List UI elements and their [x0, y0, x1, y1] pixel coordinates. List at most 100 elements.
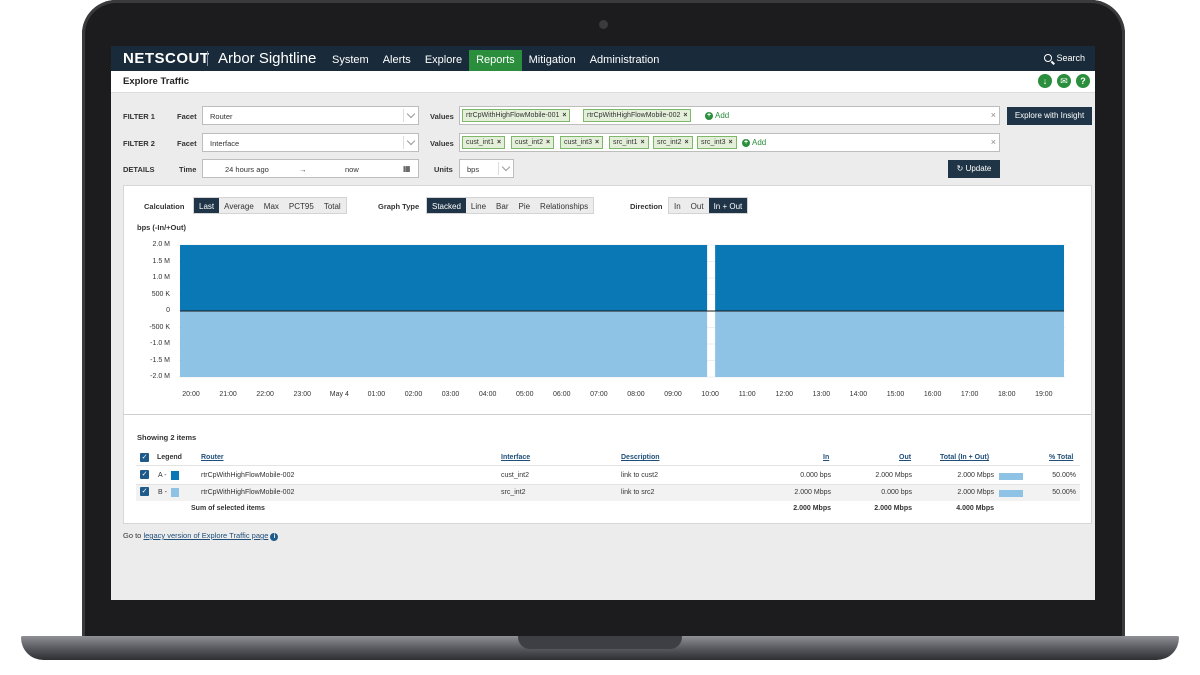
description-header[interactable]: Description — [621, 454, 660, 461]
filter1-label: FILTER 1 — [123, 112, 155, 121]
chip-label: rtrCpWithHighFlowMobile-001 — [466, 112, 560, 119]
row-checkbox[interactable]: ✓ — [140, 487, 149, 496]
time-from: 24 hours ago — [225, 165, 269, 174]
calc-option-average[interactable]: Average — [219, 198, 259, 213]
clear-icon[interactable]: × — [991, 110, 996, 120]
x-tick-label: 09:00 — [664, 391, 682, 398]
filter1-values-label: Values — [430, 112, 454, 121]
filter1-values-input[interactable]: rtrCpWithHighFlowMobile-001 × rtrCpWithHi… — [459, 106, 1000, 125]
nav-administration[interactable]: Administration — [583, 50, 667, 71]
graph-type-toggle: Stacked Line Bar Pie Relationships — [426, 197, 595, 214]
router-cell: rtrCpWithHighFlowMobile-002 — [201, 472, 295, 479]
chevron-down-icon — [501, 162, 511, 172]
remove-icon[interactable]: × — [729, 139, 733, 146]
filter1-chip[interactable]: rtrCpWithHighFlowMobile-002 × — [583, 109, 692, 122]
direction-toggle: In Out In + Out — [668, 197, 749, 214]
filter1-chip[interactable]: rtrCpWithHighFlowMobile-001 × — [462, 109, 571, 122]
download-icon[interactable]: ↓ — [1038, 74, 1052, 88]
search-icon — [1044, 54, 1053, 62]
filter2-chip[interactable]: src_int2 × — [653, 136, 693, 149]
nav-alerts[interactable]: Alerts — [376, 50, 418, 71]
graph-option-line[interactable]: Line — [466, 198, 491, 213]
direction-option-in[interactable]: In — [669, 198, 686, 213]
series-A-area — [715, 245, 1064, 311]
graph-type-label: Graph Type — [378, 202, 420, 211]
details-label: DETAILS — [123, 165, 155, 174]
calc-option-max[interactable]: Max — [259, 198, 284, 213]
calc-option-last[interactable]: Last — [194, 198, 220, 213]
calc-option-total[interactable]: Total — [319, 198, 346, 213]
series-A-area — [180, 245, 708, 311]
x-tick-label: 10:00 — [701, 391, 719, 398]
filter2-chip[interactable]: src_int1 × — [609, 136, 649, 149]
units-value: bps — [467, 165, 480, 174]
filter2-add-button[interactable]: + Add — [742, 138, 766, 147]
remove-icon[interactable]: × — [595, 139, 599, 146]
filter2-values-input[interactable]: cust_int1 × cust_int2 × cust_int3 × src_int… — [459, 133, 1000, 152]
graph-option-pie[interactable]: Pie — [513, 198, 535, 213]
direction-option-out[interactable]: Out — [686, 198, 709, 213]
filter2-values-label: Values — [430, 139, 454, 148]
filter2-chip[interactable]: cust_int3 × — [560, 136, 604, 149]
filter2-chip[interactable]: src_int3 × — [697, 136, 737, 149]
graph-option-stacked[interactable]: Stacked — [427, 198, 466, 213]
pct-total-header[interactable]: % Total — [1049, 454, 1073, 461]
plus-icon: + — [705, 111, 713, 120]
time-range-picker[interactable]: 24 hours ago → now ▦ — [202, 159, 419, 178]
clear-icon[interactable]: × — [991, 137, 996, 147]
filter2-chip[interactable]: cust_int1 × — [462, 136, 506, 149]
filter2-chip[interactable]: cust_int2 × — [511, 136, 555, 149]
help-icon[interactable]: ? — [1076, 74, 1090, 88]
sum-out: 2.000 Mbps — [874, 505, 912, 512]
remove-icon[interactable]: × — [641, 139, 645, 146]
remove-icon[interactable]: × — [562, 112, 566, 119]
graph-option-relationships[interactable]: Relationships — [535, 198, 593, 213]
brand-divider — [207, 51, 208, 66]
nav-system[interactable]: System — [325, 50, 376, 71]
out-header[interactable]: Out — [899, 454, 911, 461]
email-icon[interactable]: ✉ — [1057, 74, 1071, 88]
remove-icon[interactable]: × — [546, 139, 550, 146]
x-tick-label: 23:00 — [293, 391, 311, 398]
y-tick-label: 500 K — [151, 290, 170, 298]
interface-cell: cust_int2 — [501, 472, 530, 479]
direction-option-in-out[interactable]: In + Out — [708, 198, 748, 213]
remove-icon[interactable]: × — [497, 139, 501, 146]
calc-option-pct95[interactable]: PCT95 — [284, 198, 319, 213]
nav-reports[interactable]: Reports — [469, 50, 522, 71]
remove-icon[interactable]: × — [685, 139, 689, 146]
interface-header[interactable]: Interface — [501, 454, 530, 461]
filter1-facet-select[interactable]: Router — [202, 106, 419, 125]
filter1-add-button[interactable]: + Add — [705, 111, 729, 120]
calendar-icon[interactable]: ▦ — [403, 164, 411, 173]
row-checkbox[interactable]: ✓ — [140, 470, 149, 479]
info-icon[interactable]: i — [270, 533, 279, 541]
time-to: now — [345, 165, 359, 174]
sum-total: 4.000 Mbps — [956, 505, 994, 512]
router-header[interactable]: Router — [201, 454, 224, 461]
update-button[interactable]: ↻ Update — [948, 160, 1000, 178]
x-tick-label: 18:00 — [997, 391, 1016, 398]
chip-label: cust_int2 — [515, 139, 544, 146]
explore-with-insight-button[interactable]: Explore with Insight — [1007, 107, 1092, 125]
pct-cell: 50.00% — [1052, 472, 1076, 479]
chevron-down-icon — [406, 136, 416, 146]
legacy-page-link[interactable]: legacy version of Explore Traffic page — [143, 531, 268, 540]
units-select[interactable]: bps — [459, 159, 514, 178]
total-header[interactable]: Total (In + Out) — [940, 454, 989, 461]
nav-explore[interactable]: Explore — [418, 50, 469, 71]
nav-mitigation[interactable]: Mitigation — [522, 50, 583, 71]
pct-bar — [999, 473, 1023, 480]
legend-letter: B - — [158, 489, 167, 496]
select-all-checkbox[interactable]: ✓ — [140, 453, 149, 462]
remove-icon[interactable]: × — [683, 112, 687, 119]
in-header[interactable]: In — [823, 454, 829, 461]
x-tick-label: 20:00 — [182, 391, 200, 398]
graph-option-bar[interactable]: Bar — [491, 198, 513, 213]
select-divider — [403, 136, 404, 149]
search-button[interactable]: Search — [1044, 53, 1085, 63]
product-name: Arbor Sightline — [218, 50, 317, 67]
filter2-facet-value: Interface — [210, 139, 240, 148]
filter2-facet-select[interactable]: Interface — [202, 133, 419, 152]
calculation-toggle: Last Average Max PCT95 Total — [193, 197, 347, 214]
